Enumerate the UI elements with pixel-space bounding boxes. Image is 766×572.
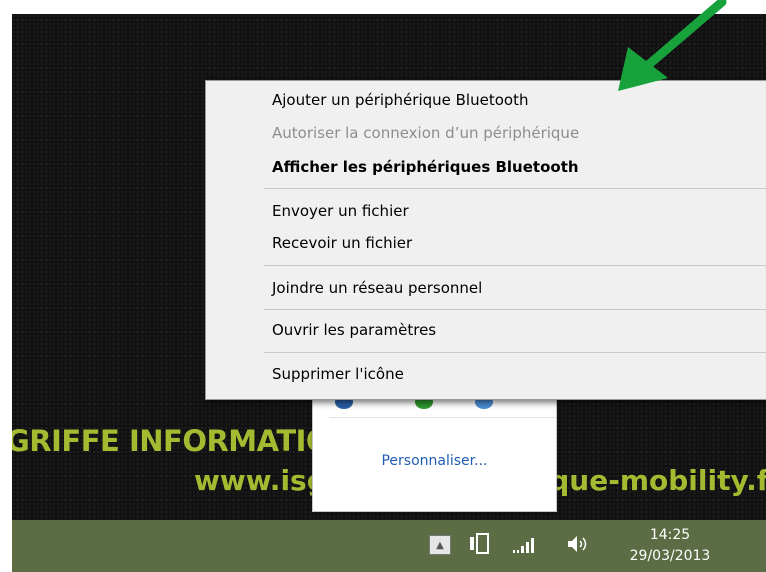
show-hidden-icons-button[interactable]: ▲ <box>429 535 451 555</box>
menu-item-send-file[interactable]: Envoyer un fichier <box>272 202 409 220</box>
chevron-up-icon: ▲ <box>436 539 444 551</box>
clock-time[interactable]: 14:25 <box>620 527 720 543</box>
menu-separator <box>264 309 766 310</box>
menu-item-add-device[interactable]: Ajouter un périphérique Bluetooth <box>272 91 528 109</box>
notification-overflow-panel: Personnaliser... <box>312 392 557 512</box>
menu-item-remove-icon[interactable]: Supprimer l'icône <box>272 365 404 383</box>
clock-date[interactable]: 29/03/2013 <box>620 548 720 564</box>
menu-separator <box>264 188 766 189</box>
menu-item-receive-file[interactable]: Recevoir un fichier <box>272 234 412 252</box>
speaker-icon[interactable] <box>566 534 590 554</box>
menu-item-join-pan[interactable]: Joindre un réseau personnel <box>272 279 482 297</box>
taskbar: ▲ 14:25 29/03/2013 <box>12 520 766 572</box>
panel-divider <box>329 417 556 418</box>
menu-separator <box>264 265 766 266</box>
action-center-icon[interactable] <box>468 532 490 556</box>
menu-separator <box>264 352 766 353</box>
customize-link[interactable]: Personnaliser... <box>313 453 556 469</box>
menu-item-show-devices[interactable]: Afficher les périphériques Bluetooth <box>272 158 579 176</box>
bluetooth-context-menu: Ajouter un périphérique Bluetooth Autori… <box>205 80 766 400</box>
menu-item-open-settings[interactable]: Ouvrir les paramètres <box>272 321 436 339</box>
menu-item-allow-connection: Autoriser la connexion d’un périphérique <box>272 124 580 142</box>
network-signal-icon[interactable] <box>512 536 540 554</box>
